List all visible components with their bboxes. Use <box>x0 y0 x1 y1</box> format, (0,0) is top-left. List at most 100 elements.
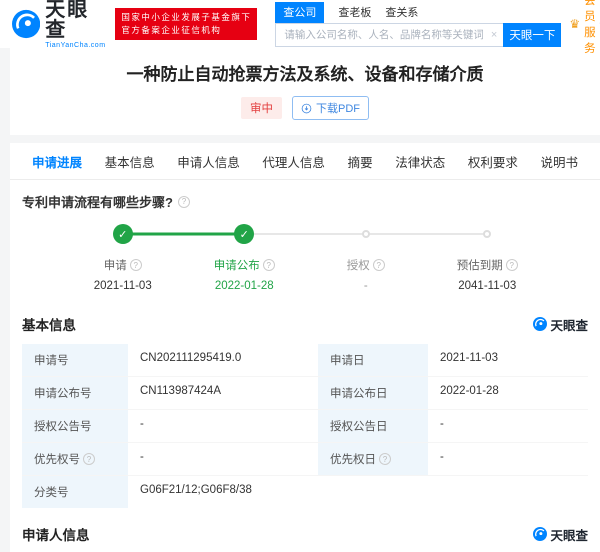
step-dot-done: ✓ <box>234 224 254 244</box>
help-icon[interactable]: ? <box>178 196 190 208</box>
timeline-step-grant: 授权 ? - <box>305 223 427 292</box>
field-value: - <box>428 443 588 475</box>
field-label: 授权公告日 <box>318 410 428 442</box>
step-label: 授权 <box>347 257 370 273</box>
tab-legal-status[interactable]: 法律状态 <box>395 152 445 171</box>
check-icon: ✓ <box>240 228 249 241</box>
crown-icon: ♛ <box>569 17 580 31</box>
field-label: 优先权日 ? <box>318 443 428 475</box>
applicant-info-heading: 申请人信息 <box>22 524 90 544</box>
step-dot-done: ✓ <box>113 224 133 244</box>
tianyancha-eye-icon <box>533 527 547 541</box>
section-tabs: 申请进展 基本信息 申请人信息 代理人信息 摘要 法律状态 权利要求 说明书 <box>10 143 600 180</box>
field-label: 分类号 <box>22 476 128 508</box>
vip-label: 会员服务 <box>584 0 596 56</box>
field-value: 2022-01-28 <box>428 377 588 409</box>
patent-title-block: 一种防止自动抢票方法及系统、设备和存储介质 审中 下载PDF <box>10 48 600 135</box>
clear-icon[interactable]: × <box>491 29 497 41</box>
field-value: - <box>128 410 318 442</box>
top-header: 天眼查 TianYanCha.com 国家中小企业发展子基金旗下 官方备案企业征… <box>0 0 600 48</box>
field-label: 申请公布日 <box>318 377 428 409</box>
step-dot-pending <box>362 230 370 238</box>
tab-basic-info[interactable]: 基本信息 <box>105 152 155 171</box>
field-value: G06F21/12;G06F8/38 <box>128 476 588 508</box>
field-value: 2021-11-03 <box>428 344 588 376</box>
field-value: - <box>428 410 588 442</box>
step-label: 预估到期 <box>457 257 503 273</box>
download-pdf-button[interactable]: 下载PDF <box>292 96 369 120</box>
step-date: 2022-01-28 <box>215 280 274 292</box>
watermark-text: 天眼查 <box>550 315 588 334</box>
basic-info-heading: 基本信息 <box>22 314 76 334</box>
step-date: - <box>364 280 368 292</box>
check-icon: ✓ <box>118 228 127 241</box>
download-pdf-label: 下载PDF <box>316 100 360 116</box>
table-row: 申请号 CN202111295419.0 申请日 2021-11-03 <box>22 344 588 377</box>
timeline-step-apply: ✓ 申请 ? 2021-11-03 <box>62 223 184 292</box>
tab-applicant-info[interactable]: 申请人信息 <box>177 152 240 171</box>
certification-line2: 官方备案企业征信机构 <box>121 24 251 37</box>
field-label: 申请公布号 <box>22 377 128 409</box>
table-row: 申请公布号 CN113987424A 申请公布日 2022-01-28 <box>22 377 588 410</box>
tab-claims[interactable]: 权利要求 <box>468 152 518 171</box>
tianyancha-eye-icon <box>12 9 40 39</box>
timeline-step-publication: ✓ 申请公布 ? 2022-01-28 <box>184 223 306 292</box>
field-value: CN113987424A <box>128 377 318 409</box>
help-icon[interactable]: ? <box>130 259 142 271</box>
search-tab-boss[interactable]: 查老板 <box>338 2 371 23</box>
search-tabs: 查公司 查老板 查关系 <box>275 2 561 23</box>
field-value: - <box>128 443 318 475</box>
tab-abstract[interactable]: 摘要 <box>348 152 373 171</box>
help-icon[interactable]: ? <box>83 453 95 465</box>
certification-line1: 国家中小企业发展子基金旗下 <box>121 11 251 24</box>
help-icon[interactable]: ? <box>263 259 275 271</box>
certification-badge: 国家中小企业发展子基金旗下 官方备案企业征信机构 <box>115 8 257 40</box>
tianyancha-watermark: 天眼查 <box>533 525 588 544</box>
field-label: 申请号 <box>22 344 128 376</box>
field-value: CN202111295419.0 <box>128 344 318 376</box>
progress-question-text: 专利申请流程有哪些步骤? <box>22 192 173 211</box>
brand-domain: TianYanCha.com <box>45 42 107 49</box>
download-icon <box>301 103 312 114</box>
step-date: 2041-11-03 <box>458 280 516 292</box>
tianyancha-logo[interactable]: 天眼查 TianYanCha.com <box>12 0 107 49</box>
table-row: 优先权号 ? - 优先权日 ? - <box>22 443 588 476</box>
tianyancha-watermark: 天眼查 <box>533 315 588 334</box>
search-tab-company[interactable]: 查公司 <box>275 2 324 23</box>
help-icon[interactable]: ? <box>373 259 385 271</box>
watermark-text: 天眼查 <box>550 525 588 544</box>
search-input[interactable] <box>275 23 503 47</box>
search-button[interactable]: 天眼一下 <box>503 23 561 47</box>
search-block: 查公司 查老板 查关系 × 天眼一下 <box>275 2 561 47</box>
field-label-text: 优先权日 <box>330 451 376 467</box>
field-label: 授权公告号 <box>22 410 128 442</box>
help-icon[interactable]: ? <box>506 259 518 271</box>
tab-progress[interactable]: 申请进展 <box>32 152 82 171</box>
patent-title: 一种防止自动抢票方法及系统、设备和存储介质 <box>10 60 600 85</box>
field-label: 申请日 <box>318 344 428 376</box>
field-label: 优先权号 ? <box>22 443 128 475</box>
patent-timeline: ✓ 申请 ? 2021-11-03 ✓ 申请公布 ? 2022-01-28 授权 <box>62 223 548 292</box>
tab-description[interactable]: 说明书 <box>540 152 578 171</box>
search-tab-relation[interactable]: 查关系 <box>385 2 418 23</box>
table-row: 分类号 G06F21/12;G06F8/38 <box>22 476 588 508</box>
step-date: 2021-11-03 <box>94 280 152 292</box>
applicant-info-section: 申请人信息 天眼查 申请（专利权）人 中国铁道科学研究院集团有限公司电子计算技术… <box>22 524 588 552</box>
vip-services-menu[interactable]: ♛ 会员服务 ▾ <box>569 0 600 56</box>
field-label-text: 优先权号 <box>34 451 80 467</box>
table-row: 授权公告号 - 授权公告日 - <box>22 410 588 443</box>
basic-info-table: 申请号 CN202111295419.0 申请日 2021-11-03 申请公布… <box>22 344 588 508</box>
main-panel: 申请进展 基本信息 申请人信息 代理人信息 摘要 法律状态 权利要求 说明书 专… <box>10 143 600 552</box>
section-divider <box>0 135 600 143</box>
step-label: 申请 <box>104 257 127 273</box>
tab-agent-info[interactable]: 代理人信息 <box>262 152 325 171</box>
status-badge: 审中 <box>241 97 282 119</box>
step-dot-pending <box>483 230 491 238</box>
tianyancha-eye-icon <box>533 317 547 331</box>
basic-info-section: 基本信息 天眼查 申请号 CN202111295419.0 申请日 2021-1… <box>22 314 588 508</box>
help-icon[interactable]: ? <box>379 453 391 465</box>
timeline-step-expiry: 预估到期 ? 2041-11-03 <box>427 223 549 292</box>
progress-question-heading: 专利申请流程有哪些步骤? ? <box>22 192 588 211</box>
step-label: 申请公布 <box>214 257 260 273</box>
brand-name: 天眼查 <box>45 0 107 40</box>
